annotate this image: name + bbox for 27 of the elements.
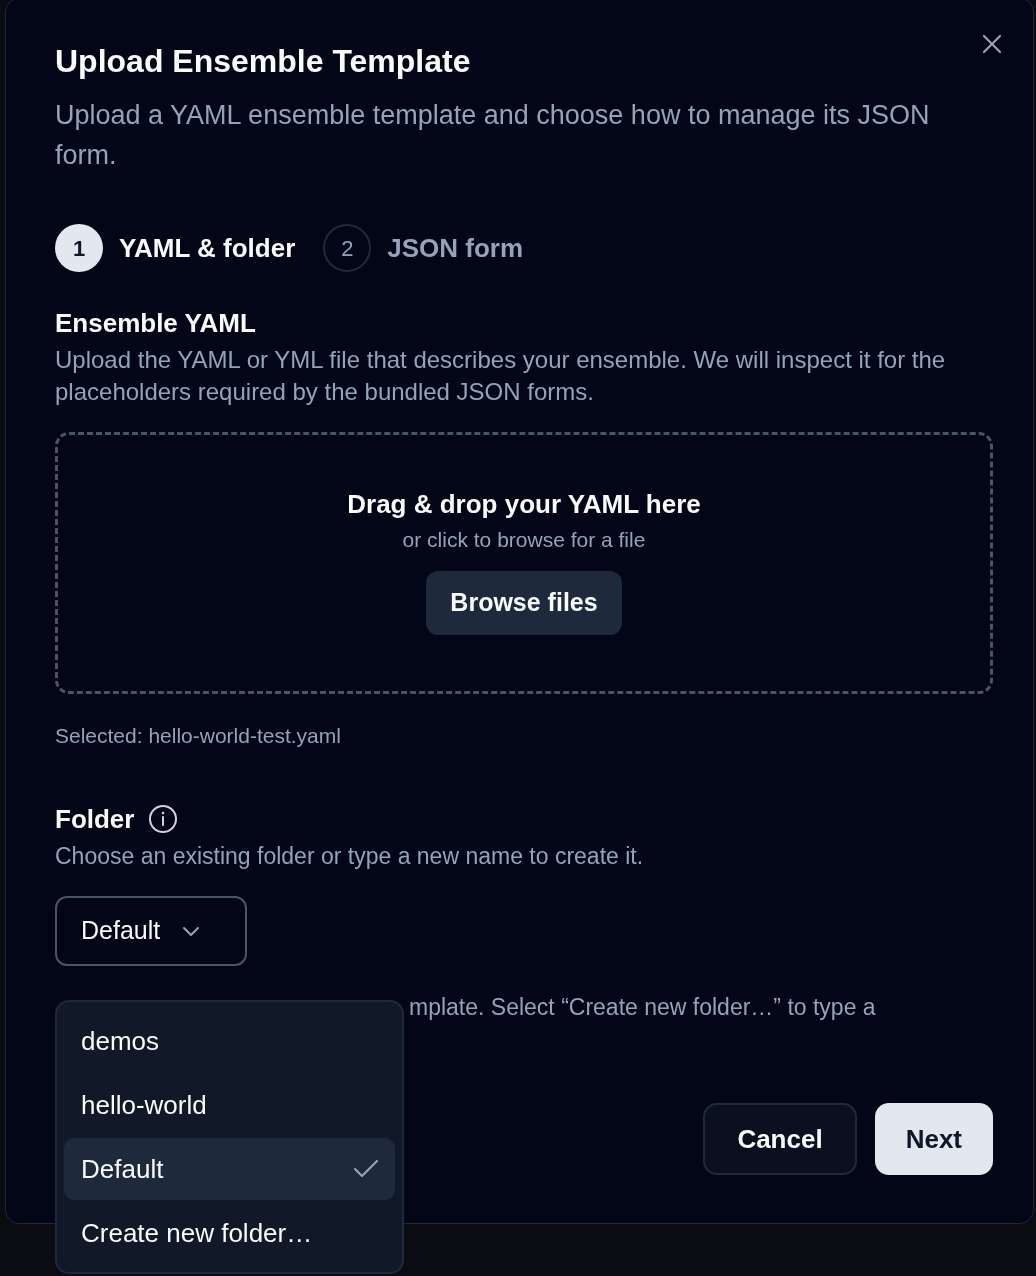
dialog-description: Upload a YAML ensemble template and choose how to manage its JSON form. (55, 99, 931, 172)
dropdown-option[interactable]: Default (64, 1138, 395, 1200)
next-button[interactable]: Next (874, 1103, 993, 1175)
folder-hint-text: mplate. Select “Create new folder…” to type a (408, 993, 877, 1022)
folder-select[interactable]: Default (55, 896, 247, 966)
dropdown-option[interactable]: demos (64, 1010, 395, 1072)
step-label[interactable]: YAML & folder (119, 228, 296, 268)
info-icon[interactable] (148, 804, 179, 834)
section-help: Choose an existing folder or type a new name to create it. (55, 842, 645, 871)
selected-file-text: Selected: hello-world-test.yaml (55, 723, 342, 749)
dropzone-title: Drag & drop your YAML here (347, 488, 701, 521)
step-label[interactable]: JSON form (387, 228, 524, 268)
step-number[interactable]: 1 (55, 224, 103, 272)
dropdown-option[interactable]: Create new folder… (64, 1202, 395, 1264)
step-number[interactable]: 2 (323, 224, 372, 272)
section-heading: Ensemble YAML (55, 307, 257, 340)
dropzone[interactable]: Drag & drop your YAML here or click to browse for a file Browse files (55, 432, 993, 694)
dialog-title: Upload Ensemble Template (55, 43, 472, 79)
browse-button[interactable]: Browse files (426, 571, 622, 635)
dropdown-option[interactable]: hello-world (64, 1074, 395, 1136)
section-heading: Folder (55, 803, 135, 836)
dropzone-subtitle: or click to browse for a file (402, 527, 646, 553)
cancel-button[interactable]: Cancel (703, 1103, 857, 1175)
section-help: Upload the YAML or YML file that describes your ensemble. We will inspect it for the placeholders required by the bundled JSON forms. (55, 345, 947, 407)
check-icon (353, 1159, 379, 1179)
chevron-down-icon (182, 925, 201, 937)
close-icon[interactable] (981, 33, 1003, 55)
